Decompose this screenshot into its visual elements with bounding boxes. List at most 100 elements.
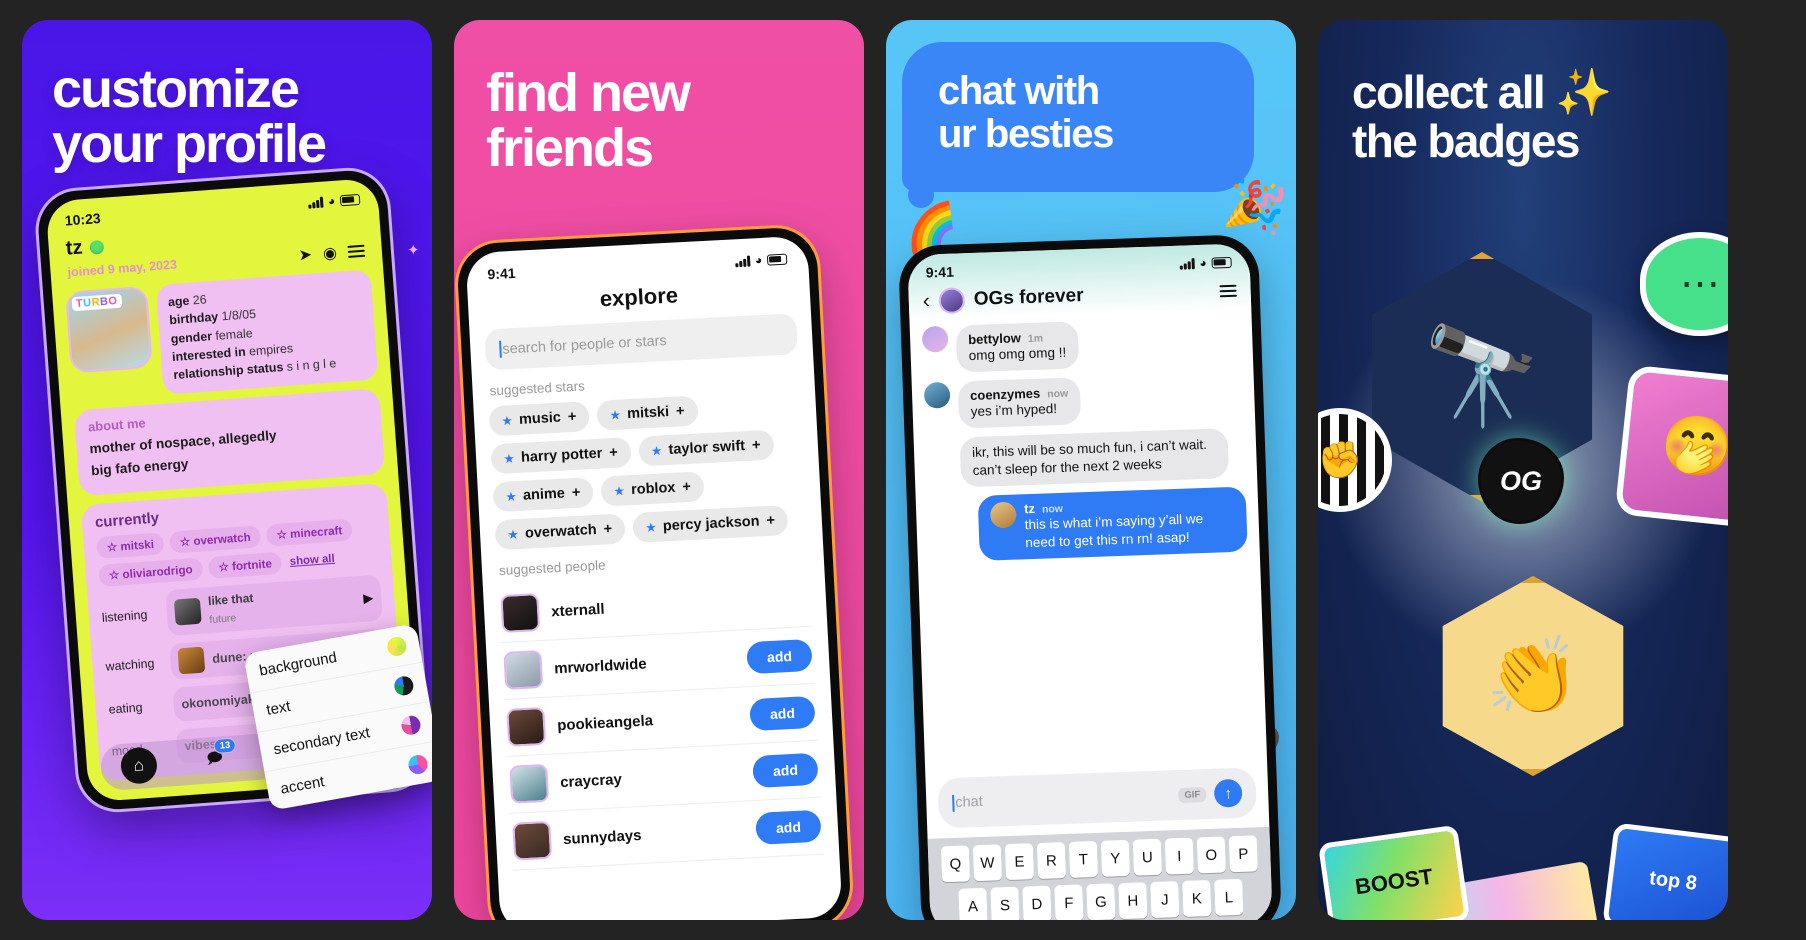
telescope-icon: 🔭 bbox=[1422, 323, 1542, 430]
key[interactable]: D bbox=[1022, 885, 1052, 920]
nav-home-button[interactable]: ⌂ bbox=[119, 746, 159, 785]
nav-chat-button[interactable]: 🗩 13 bbox=[195, 737, 237, 780]
og-label: OG bbox=[1499, 465, 1542, 496]
phone-mockup-explore: 9:41 ◕ explore search for people or star… bbox=[455, 226, 853, 920]
star-tag[interactable]: ★ roblox + bbox=[600, 471, 705, 507]
key[interactable]: I bbox=[1164, 837, 1194, 875]
interest-tag[interactable]: ☆ oliviarodrigo bbox=[98, 557, 204, 587]
key[interactable]: E bbox=[1004, 843, 1035, 881]
interest-tag[interactable]: ☆ fortnite bbox=[207, 551, 283, 579]
avatar bbox=[503, 649, 544, 690]
key[interactable]: Q bbox=[940, 845, 971, 883]
key[interactable]: F bbox=[1054, 884, 1084, 920]
status-indicators: ◕ bbox=[735, 252, 788, 269]
back-icon[interactable]: ‹ bbox=[922, 289, 930, 313]
star-tag[interactable]: ★ mitski + bbox=[596, 395, 699, 431]
key[interactable]: S bbox=[990, 886, 1020, 920]
interest-tag[interactable]: ☆ mitski bbox=[96, 532, 165, 559]
person-name: xternall bbox=[550, 600, 605, 620]
palette-icon[interactable]: ◉ bbox=[322, 243, 337, 264]
message-time: now bbox=[1041, 503, 1064, 516]
share-icon[interactable]: ➤ bbox=[298, 245, 313, 266]
online-status-dot bbox=[89, 239, 104, 255]
color-swatch[interactable] bbox=[385, 635, 408, 658]
badge-boost[interactable]: BOOST bbox=[1318, 824, 1470, 920]
add-button[interactable]: add bbox=[755, 809, 822, 845]
message-text: ikr, this will be so much fun, i can’t w… bbox=[971, 436, 1208, 479]
avatar bbox=[923, 381, 951, 409]
status-bar: 9:41 ◕ bbox=[481, 248, 794, 282]
badge-face[interactable]: 🤭 bbox=[1614, 364, 1728, 530]
key[interactable]: J bbox=[1150, 881, 1180, 919]
key[interactable]: G bbox=[1086, 883, 1116, 920]
key[interactable]: K bbox=[1182, 879, 1212, 917]
profile-facts-card: age 26 birthday 1/8/05 gender female int… bbox=[155, 269, 379, 395]
now-value[interactable]: like that future ▶ bbox=[165, 574, 383, 636]
group-avatar[interactable] bbox=[938, 287, 966, 315]
chat-dots-icon: ⋯ bbox=[1680, 262, 1720, 306]
key[interactable]: W bbox=[972, 844, 1003, 882]
star-tag[interactable]: ★ percy jackson + bbox=[632, 504, 789, 543]
play-icon[interactable]: ▶ bbox=[363, 590, 374, 607]
status-time: 9:41 bbox=[487, 264, 516, 283]
color-swatch[interactable] bbox=[406, 753, 430, 776]
key[interactable]: P bbox=[1228, 835, 1258, 873]
key[interactable]: L bbox=[1214, 878, 1244, 916]
interest-tag[interactable]: ☆ overwatch bbox=[169, 524, 262, 554]
star-tag[interactable]: ★ anime + bbox=[492, 477, 595, 513]
badge-top8[interactable]: top 8 bbox=[1602, 822, 1728, 920]
add-button[interactable]: add bbox=[749, 695, 816, 732]
explore-screen: 9:41 ◕ explore search for people or star… bbox=[465, 235, 843, 920]
search-input[interactable]: search for people or stars bbox=[484, 313, 799, 371]
star-tag[interactable]: ★ overwatch + bbox=[494, 513, 626, 551]
menu-item-label: text bbox=[265, 697, 292, 719]
signal-icon bbox=[1179, 257, 1195, 270]
key[interactable]: A bbox=[958, 887, 988, 920]
color-swatch[interactable] bbox=[392, 674, 415, 697]
show-all-link[interactable]: show all bbox=[287, 548, 337, 572]
key[interactable]: T bbox=[1068, 840, 1099, 878]
avatar[interactable]: TURBO bbox=[65, 285, 153, 374]
keyboard-row: A S D F G H J K L bbox=[933, 878, 1268, 920]
send-button[interactable]: ↑ bbox=[1213, 778, 1243, 808]
now-label: listening bbox=[101, 607, 148, 625]
clap-icon: 👏 bbox=[1485, 634, 1581, 719]
key[interactable]: R bbox=[1036, 842, 1067, 879]
profile-header-row: TURBO age 26 birthday 1/8/05 gender fema… bbox=[65, 269, 379, 401]
album-art bbox=[173, 597, 202, 626]
key[interactable]: Y bbox=[1100, 839, 1130, 877]
chat-input[interactable]: chat GIF ↑ bbox=[937, 767, 1258, 829]
sparkle-icon: ✦ bbox=[407, 242, 420, 259]
menu-icon[interactable] bbox=[1219, 284, 1237, 298]
joined-date: joined 9 may, 2023 bbox=[67, 257, 178, 280]
star-tag[interactable]: ★ taylor swift + bbox=[637, 429, 775, 467]
add-button[interactable]: add bbox=[746, 638, 813, 675]
avatar bbox=[989, 501, 1017, 529]
status-time: 9:41 bbox=[925, 263, 955, 281]
avatar bbox=[500, 593, 541, 634]
message-bubble: bettylow 1m omg omg omg !! bbox=[955, 321, 1079, 373]
color-swatch[interactable] bbox=[399, 714, 422, 737]
turbo-badge: TURBO bbox=[71, 293, 123, 312]
panel-1-headline: customize your profile bbox=[52, 59, 327, 175]
gif-button[interactable]: GIF bbox=[1178, 786, 1207, 803]
message-incoming: coenzymes now yes i’m hyped! bbox=[923, 372, 1243, 430]
fist-icon: ✊ bbox=[1318, 439, 1363, 480]
menu-icon[interactable] bbox=[347, 244, 366, 259]
interest-tag[interactable]: ☆ minecraft bbox=[265, 518, 353, 547]
battery-icon bbox=[766, 253, 788, 266]
message-list: bettylow 1m omg omg omg !! coenzymes now y… bbox=[910, 309, 1260, 563]
key[interactable]: O bbox=[1196, 836, 1226, 874]
home-icon: ⌂ bbox=[133, 755, 145, 775]
person-name: sunnydays bbox=[562, 826, 642, 848]
chat-screen: 9:41 ◕ ‹ OGs forever bettylow 1m omg omg… bbox=[907, 243, 1273, 920]
star-tag[interactable]: ★ music + bbox=[488, 401, 591, 437]
star-tag[interactable]: ★ harry potter + bbox=[490, 437, 632, 475]
key[interactable]: H bbox=[1118, 882, 1148, 920]
avatar bbox=[509, 763, 550, 804]
message-bubble: tz now this is what i’m saying y’all we n… bbox=[977, 486, 1248, 562]
group-name: OGs forever bbox=[973, 285, 1084, 310]
add-button[interactable]: add bbox=[752, 752, 819, 789]
suggested-stars-list: ★ music + ★ mitski + ★ harry potter + ★ taylor … bbox=[488, 390, 807, 551]
key[interactable]: U bbox=[1132, 838, 1162, 876]
